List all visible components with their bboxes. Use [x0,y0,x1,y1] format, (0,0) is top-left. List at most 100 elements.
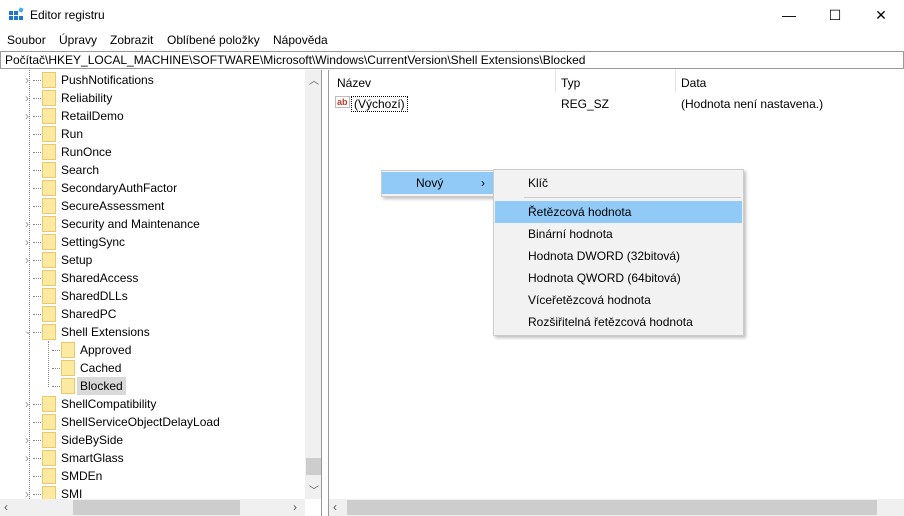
folder-icon [42,162,56,178]
tree-item[interactable]: › RetailDemo [0,107,305,125]
hscroll-thumb[interactable] [73,500,240,515]
tree-item-label: SMDEn [61,469,103,483]
title-bar: Editor registru — ☐ ✕ [0,0,904,30]
folder-icon [61,378,75,394]
new-submenu: Klíč Řetězcová hodnota Binární hodnota Hodn… [493,169,744,336]
submenu-item[interactable]: Rozšiřitelná řetězcová hodnota [495,311,742,333]
values-horizontal-scrollbar[interactable]: ‹ [329,499,904,516]
registry-tree: › PushNotifications › Reliability › Reta… [0,70,322,516]
tree-item[interactable]: SecureAssessment [0,197,305,215]
scroll-thumb[interactable] [306,458,321,475]
menu-separator [524,197,741,198]
tree-item-label: Reliability [61,91,113,105]
folder-icon [42,144,56,160]
tree-item-label: Security and Maintenance [61,217,200,231]
tree-vertical-scrollbar[interactable]: ︿ ﹀ [305,70,321,499]
tree-item[interactable]: › SmartGlass [0,449,305,467]
tree-item[interactable]: SharedDLLs [0,287,305,305]
folder-icon [61,342,75,358]
submenu-item[interactable]: Víceřetězcová hodnota [495,289,742,311]
tree-item-label: SharedPC [61,307,117,321]
menu-oblibene[interactable]: Oblíbené položky [167,33,260,47]
tree-item[interactable]: › PushNotifications [0,71,305,89]
column-data[interactable]: Data [681,76,706,90]
menu-item-novy[interactable]: Nový › [382,172,493,194]
close-button[interactable]: ✕ [858,0,904,30]
folder-icon [42,108,56,124]
tree-item[interactable]: Approved [0,341,305,359]
tree-item-label: RetailDemo [61,109,124,123]
tree-item[interactable]: › ShellCompatibility [0,395,305,413]
tree-item[interactable]: Blocked [0,377,305,395]
tree-item[interactable]: › SideBySide [0,431,305,449]
column-type[interactable]: Typ [561,76,580,90]
tree-item[interactable]: › SettingSync [0,233,305,251]
menu-napoveda[interactable]: Nápověda [273,33,328,47]
tree-item[interactable]: › Reliability [0,89,305,107]
minimize-button[interactable]: — [766,0,812,30]
tree-item[interactable]: Cached [0,359,305,377]
submenu-item[interactable]: Hodnota DWORD (32bitová) [495,245,742,267]
window-title: Editor registru [30,8,105,22]
hscroll-thumb[interactable] [347,500,877,515]
tree-item[interactable]: SharedAccess [0,269,305,287]
tree-item-label: Blocked [77,377,126,395]
scroll-down-icon[interactable]: ﹀ [309,482,319,497]
scroll-left-icon[interactable]: ‹ [4,500,8,514]
scroll-left-icon[interactable]: ‹ [333,500,337,514]
tree-item[interactable]: SharedPC [0,305,305,323]
value-name: (Výchozí) [351,96,408,112]
regedit-icon [9,7,24,20]
column-name[interactable]: Název [337,76,371,90]
tree-item[interactable]: SecondaryAuthFactor [0,179,305,197]
folder-icon [42,414,56,430]
tree-item-label: ShellServiceObjectDelayLoad [61,415,220,429]
folder-icon [42,396,56,412]
value-row[interactable]: ab (Výchozí) REG_SZ (Hodnota není nastav… [329,95,904,113]
tree-item[interactable]: › Security and Maintenance [0,215,305,233]
scroll-right-icon[interactable]: › [293,500,297,514]
submenu-item[interactable]: Klíč [495,172,742,194]
folder-icon [42,306,56,322]
menu-zobrazit[interactable]: Zobrazit [110,33,153,47]
menu-upravy[interactable]: Úpravy [59,33,97,47]
scroll-up-icon[interactable]: ︿ [309,72,319,87]
menu-bar: Soubor Úpravy Zobrazit Oblíbené položky … [0,30,904,50]
tree-item[interactable]: ⌄ Shell Extensions [0,323,305,341]
address-bar[interactable]: Počítač\HKEY_LOCAL_MACHINE\SOFTWARE\Micr… [0,51,904,69]
value-type: REG_SZ [561,97,610,111]
menu-soubor[interactable]: Soubor [7,33,46,47]
tree-item[interactable]: ShellServiceObjectDelayLoad [0,413,305,431]
value-data: (Hodnota není nastavena.) [681,97,824,111]
tree-item-label: SideBySide [61,433,124,447]
folder-icon [42,450,56,466]
tree-horizontal-scrollbar[interactable]: ‹ › [0,499,305,516]
tree-item-label: Approved [80,343,132,357]
tree-item-label: Search [61,163,100,177]
folder-icon [42,270,56,286]
folder-icon [42,216,56,232]
tree-item[interactable]: › Setup [0,251,305,269]
folder-icon [42,90,56,106]
tree-item-label: ShellCompatibility [61,397,157,411]
maximize-button[interactable]: ☐ [812,0,858,30]
submenu-item[interactable]: Binární hodnota [495,223,742,245]
tree-item-label: SecondaryAuthFactor [61,181,178,195]
tree-item-label: SecureAssessment [61,199,165,213]
folder-icon [42,252,56,268]
folder-icon [42,432,56,448]
tree-item-label: RunOnce [61,145,112,159]
folder-icon [61,360,75,376]
tree-item[interactable]: SMDEn [0,467,305,485]
tree-item-label: SharedDLLs [61,289,128,303]
tree-item[interactable]: Search [0,161,305,179]
tree-item[interactable]: RunOnce [0,143,305,161]
novy-label: Nový [416,176,444,190]
submenu-item[interactable]: Řetězcová hodnota [495,201,742,223]
tree-item-label: Cached [80,361,122,375]
tree-item-label: SmartGlass [61,451,124,465]
submenu-item[interactable]: Hodnota QWORD (64bitová) [495,267,742,289]
tree-item[interactable]: Run [0,125,305,143]
folder-icon [42,324,56,340]
tree-item-label: Run [61,127,84,141]
